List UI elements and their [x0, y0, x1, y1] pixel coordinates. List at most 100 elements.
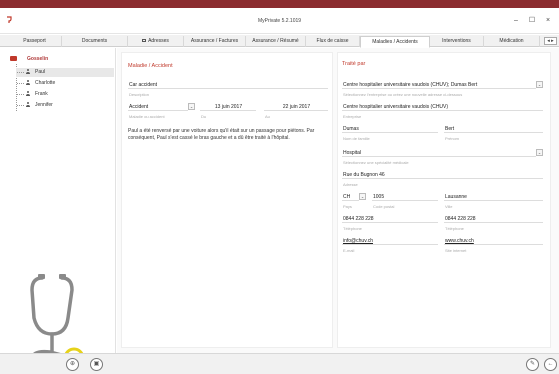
tree-item-jennifer[interactable]: Jennifer — [16, 101, 114, 110]
chevron-down-icon: ⌄ — [537, 82, 542, 87]
tree-root-family[interactable]: Gosselin — [10, 56, 48, 62]
chevron-down-icon: ⌄ — [189, 104, 194, 109]
tab-label: Documents — [81, 38, 108, 44]
address-book-icon — [142, 39, 147, 43]
edit-button[interactable]: ✎ — [526, 358, 539, 371]
back-button[interactable]: ← — [544, 358, 557, 371]
adresse-field[interactable]: Rue du Bugnon 46 — [342, 171, 543, 179]
person-icon — [26, 69, 30, 75]
tab-label: Interventions — [442, 38, 471, 44]
tab-label: Passeport — [23, 38, 46, 44]
specialite-dropdown-button[interactable]: ⌄ — [536, 149, 543, 156]
member-name: Jennifer — [35, 102, 53, 108]
delete-icon: ▣ — [93, 361, 100, 367]
tab-flux-de-caisse[interactable]: Flux de caisse — [306, 36, 360, 47]
nom-field[interactable]: Dumas — [342, 125, 438, 133]
tab-bar: Passeport Documents Adresses Assurance /… — [0, 35, 559, 48]
tab-scroll-buttons[interactable]: ◂ ▸ — [544, 37, 557, 45]
maladie-section-title: Maladie / Accident — [128, 63, 173, 69]
type-label: Maladie ou accident — [129, 114, 165, 119]
medecin-dropdown-button[interactable]: ⌄ — [536, 81, 543, 88]
traite-section-title: Traité par — [342, 61, 366, 67]
tab-documents[interactable]: Documents — [62, 36, 128, 47]
ville-field[interactable]: Lausanne — [444, 193, 543, 201]
add-button[interactable]: ⊕ — [66, 358, 79, 371]
main-content: Maladie / Accident Car accident Descript… — [117, 48, 559, 353]
minimize-button[interactable]: – — [509, 15, 523, 27]
footer-toolbar: ⊕ ▣ ✎ ← — [0, 353, 559, 374]
tab-interventions[interactable]: Interventions — [430, 36, 484, 47]
description-label: Description — [129, 92, 150, 97]
type-select[interactable]: Accident — [128, 103, 188, 111]
close-button[interactable]: × — [541, 15, 555, 27]
telephone-field[interactable]: 0844 228 228 — [342, 215, 438, 223]
medecin-label: Sélectionnez l'entreprise ou créez une n… — [343, 92, 463, 97]
chevron-down-icon: ⌄ — [360, 194, 365, 199]
tab-passeport[interactable]: Passeport — [8, 36, 62, 47]
add-icon: ⊕ — [69, 361, 76, 367]
delete-button[interactable]: ▣ — [90, 358, 103, 371]
folder-icon — [10, 56, 17, 62]
member-name: Charlotte — [35, 80, 56, 86]
entreprise-field[interactable]: Centre hospitalier universitaire vaudois… — [342, 103, 543, 111]
description-field[interactable]: Car accident — [128, 81, 328, 89]
medecin-select[interactable]: Centre hospitalier universitaire vaudois… — [342, 81, 536, 89]
family-name: Gosselin — [27, 56, 49, 62]
npa-field[interactable]: 1005 — [372, 193, 438, 201]
window-title: MyPrivate 5.2.1019 — [257, 18, 302, 24]
telephone2-label: Téléphone — [445, 226, 464, 231]
tab-label: Flux de caisse — [316, 38, 349, 44]
tree-item-charlotte[interactable]: Charlotte — [16, 79, 114, 88]
maladie-card: Maladie / Accident Car accident Descript… — [121, 52, 333, 348]
chevron-down-icon: ⌄ — [537, 150, 542, 155]
prenom-label: Prénom — [445, 136, 460, 141]
date-to-field[interactable]: 22 juin 2017 — [264, 103, 328, 111]
npa-label: Code postal — [373, 204, 395, 209]
telephone-label: Téléphone — [343, 226, 362, 231]
member-name: Frank — [35, 91, 48, 97]
traite-card: Traité par Centre hospitalier universita… — [337, 52, 551, 348]
person-icon — [26, 91, 30, 97]
type-dropdown-button[interactable]: ⌄ — [188, 103, 195, 110]
nom-label: Nom de famille — [343, 136, 370, 141]
family-tree-panel: Gosselin Paul Charlotte Frank Jennifer — [0, 48, 116, 371]
person-icon — [26, 80, 30, 86]
tree-item-paul[interactable]: Paul — [16, 68, 114, 77]
site-link[interactable]: www.chuv.ch — [444, 237, 543, 245]
tree-item-frank[interactable]: Frank — [16, 90, 114, 99]
maximize-button[interactable]: ☐ — [525, 15, 539, 27]
tab-assurance-resume[interactable]: Assurance / Résumé — [246, 36, 306, 47]
tab-label: Assurance / Résumé — [252, 38, 299, 44]
tab-maladies-accidents[interactable]: Maladies / Accidents — [360, 36, 430, 48]
prenom-field[interactable]: Bert — [444, 125, 543, 133]
date-from-field[interactable]: 13 juin 2017 — [200, 103, 256, 111]
telephone2-field[interactable]: 0844 228 228 — [444, 215, 543, 223]
tab-label: Assurance / Factures — [190, 38, 239, 44]
pays-select[interactable]: CH — [342, 193, 359, 201]
date-to-label: Au — [265, 114, 270, 119]
person-icon — [26, 102, 30, 108]
tab-label: Médication — [499, 38, 524, 44]
site-label: Site internet — [445, 248, 467, 253]
specialite-select[interactable]: Hospital — [342, 149, 536, 157]
specialite-label: Sélectionnez une spécialité médicale — [343, 160, 409, 165]
tab-label: Adresses — [148, 38, 169, 44]
tab-medication[interactable]: Médication — [484, 36, 540, 47]
pays-dropdown-button[interactable]: ⌄ — [359, 193, 366, 200]
notes-textarea[interactable]: Paul a été renversé par une voiture alor… — [128, 128, 330, 142]
top-accent-stripe — [0, 0, 559, 8]
email-link[interactable]: info@chuv.ch — [342, 237, 438, 245]
tab-label: Maladies / Accidents — [372, 39, 418, 45]
back-icon: ← — [547, 361, 554, 367]
edit-icon: ✎ — [529, 361, 536, 367]
entreprise-label: Entreprise — [343, 114, 362, 119]
tab-assurance-factures[interactable]: Assurance / Factures — [184, 36, 246, 47]
tab-adresses[interactable]: Adresses — [128, 36, 184, 47]
date-from-label: Du — [201, 114, 207, 119]
ville-label: Ville — [445, 204, 453, 209]
adresse-label: Adresse — [343, 182, 358, 187]
pays-label: Pays — [343, 204, 352, 209]
title-bar: MyPrivate 5.2.1019 – ☐ × — [0, 8, 559, 34]
member-name: Paul — [35, 69, 46, 75]
email-label: E-mail — [343, 248, 355, 253]
